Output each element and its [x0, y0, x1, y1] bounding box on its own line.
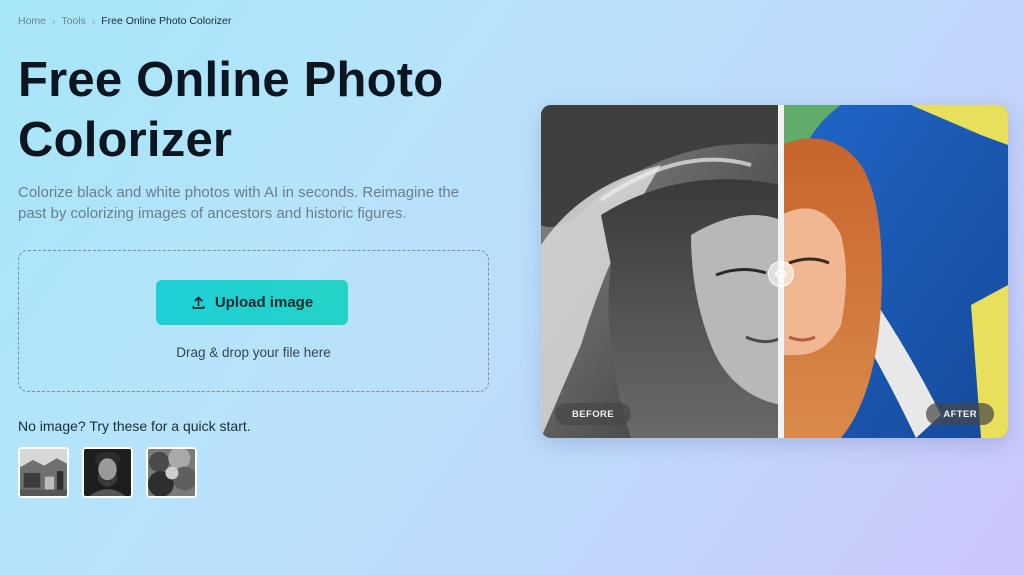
sample-foliage-photo	[148, 449, 195, 496]
breadcrumb: Home › Tools › Free Online Photo Coloriz…	[18, 15, 231, 27]
left-right-arrows-icon	[774, 269, 788, 279]
sample-portrait-photo	[84, 449, 131, 496]
quick-start-label: No image? Try these for a quick start.	[18, 418, 251, 434]
sample-image-2[interactable]	[82, 447, 133, 498]
upload-button-label: Upload image	[214, 294, 314, 311]
breadcrumb-current: Free Online Photo Colorizer	[101, 15, 232, 27]
comparison-slider-handle[interactable]	[768, 261, 794, 287]
sample-street-photo	[20, 449, 67, 496]
sample-image-3[interactable]	[146, 447, 197, 498]
sample-image-1[interactable]	[18, 447, 69, 498]
before-after-comparison[interactable]: BEFORE AFTER	[541, 105, 1008, 438]
before-label: BEFORE	[555, 403, 631, 425]
drop-instructions: Drag & drop your file here	[176, 345, 331, 360]
chevron-right-icon: ›	[52, 15, 56, 27]
upload-image-button[interactable]: Upload image	[156, 280, 348, 325]
page-title: Free Online Photo Colorizer	[18, 53, 444, 167]
breadcrumb-tools-link[interactable]: Tools	[61, 15, 86, 27]
page-subtitle: Colorize black and white photos with AI …	[18, 184, 460, 222]
upload-icon	[192, 296, 205, 309]
chevron-right-icon: ›	[91, 15, 96, 27]
after-label: AFTER	[926, 403, 994, 425]
breadcrumb-home-link[interactable]: Home	[18, 15, 46, 27]
upload-dropzone[interactable]: Upload image Drag & drop your file here	[18, 250, 489, 392]
sample-images	[18, 447, 197, 498]
